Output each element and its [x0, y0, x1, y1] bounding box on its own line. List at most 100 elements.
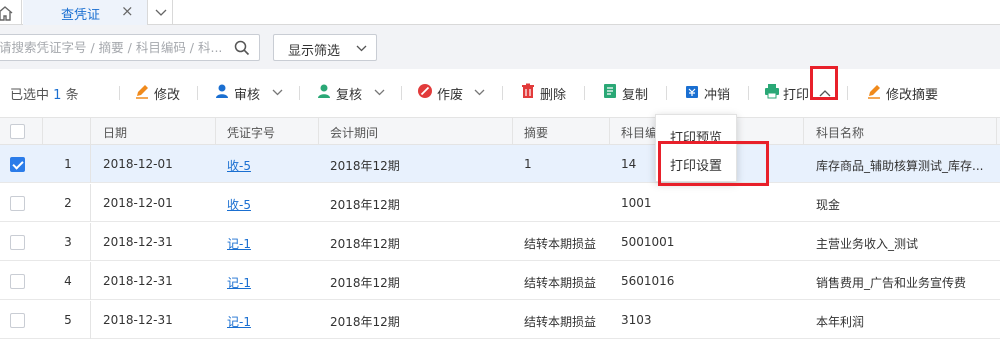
- show-filter-button[interactable]: 显示筛选: [273, 34, 377, 61]
- cell-date: 2018-12-31: [103, 313, 173, 327]
- audit-button[interactable]: 审核: [214, 82, 286, 104]
- home-button[interactable]: [0, 0, 22, 25]
- cell-summary: 结转本期损益: [524, 276, 597, 290]
- edit-summary-button[interactable]: 修改摘要: [866, 82, 946, 104]
- divider: [197, 86, 198, 100]
- edit-button[interactable]: 修改: [134, 82, 194, 104]
- cell-account-code: 5601016: [621, 274, 675, 288]
- column-divider: [803, 118, 804, 146]
- tab-bar: 查凭证 ×: [0, 0, 1000, 25]
- voucher-link[interactable]: 记-1: [227, 235, 251, 252]
- column-divider: [609, 118, 610, 146]
- delete-button[interactable]: 删除: [520, 82, 570, 104]
- tab-label: 查凭证: [61, 8, 101, 23]
- column-divider: [90, 262, 91, 300]
- cell-date: 2018-12-31: [103, 235, 173, 249]
- chevron-down-icon: [356, 45, 367, 52]
- tab-list-button[interactable]: [149, 0, 173, 25]
- divider: [666, 86, 667, 100]
- selected-prefix: 已选中: [10, 88, 50, 103]
- cell-account-code: 5001001: [621, 235, 675, 249]
- divider: [401, 86, 402, 100]
- divider: [584, 86, 585, 100]
- divider: [847, 86, 848, 100]
- home-icon: [0, 6, 13, 21]
- column-account-code[interactable]: 科目编: [621, 124, 657, 141]
- copy-button[interactable]: 复制: [602, 82, 652, 104]
- column-period[interactable]: 会计期间: [330, 124, 378, 141]
- reverse-button[interactable]: 冲销: [684, 82, 734, 104]
- table-row[interactable]: 1 2018-12-01 收-5 2018年12期 1 14 库存商品_辅助核算…: [0, 145, 1000, 183]
- cell-date: 2018-12-01: [103, 157, 173, 171]
- cell-summary: 结转本期损益: [524, 315, 597, 329]
- cell-period: 2018年12期: [330, 159, 400, 173]
- divider: [119, 86, 120, 100]
- row-checkbox[interactable]: [10, 313, 25, 328]
- divider: [748, 86, 749, 100]
- close-icon[interactable]: ×: [121, 2, 134, 20]
- row-checkbox[interactable]: [10, 274, 25, 289]
- voucher-link[interactable]: 收-5: [227, 196, 251, 213]
- column-divider: [512, 118, 513, 146]
- table-row[interactable]: 2 2018-12-01 收-5 2018年12期 1001 现金: [0, 184, 1000, 222]
- table-row[interactable]: 3 2018-12-31 记-1 2018年12期 结转本期损益 5001001…: [0, 223, 1000, 261]
- cell-account-name: 库存商品_辅助核算测试_库存...: [816, 159, 984, 173]
- row-number: 1: [64, 157, 72, 171]
- reverse-icon: [686, 86, 698, 98]
- row-number: 2: [64, 196, 72, 210]
- void-label: 作废: [437, 88, 464, 103]
- column-divider: [90, 118, 91, 146]
- recheck-label: 复核: [336, 88, 363, 103]
- row-checkbox[interactable]: [10, 196, 25, 211]
- printer-icon: [765, 84, 779, 99]
- search-box: [0, 34, 260, 61]
- chevron-down-icon: [374, 89, 385, 96]
- pencil-icon: [868, 85, 880, 99]
- cell-summary: 1: [524, 157, 532, 171]
- cell-summary: 结转本期损益: [524, 237, 597, 251]
- search-input[interactable]: [0, 40, 229, 55]
- table-row[interactable]: 5 2018-12-31 记-1 2018年12期 结转本期损益 3103 本年…: [0, 301, 1000, 339]
- copy-label: 复制: [622, 88, 649, 103]
- print-label: 打印: [783, 88, 810, 103]
- cell-account-code: 3103: [621, 313, 652, 327]
- cell-period: 2018年12期: [330, 237, 400, 251]
- reverse-label: 冲销: [704, 88, 731, 103]
- column-divider: [215, 118, 216, 146]
- void-button[interactable]: 作废: [417, 82, 489, 104]
- cell-account-code: 14: [621, 157, 637, 171]
- column-summary[interactable]: 摘要: [524, 124, 548, 141]
- voucher-link[interactable]: 记-1: [227, 313, 251, 330]
- cell-period: 2018年12期: [330, 315, 400, 329]
- row-number: 5: [64, 313, 72, 327]
- recheck-button[interactable]: 复核: [316, 82, 388, 104]
- column-voucher-no[interactable]: 凭证字号: [227, 124, 275, 141]
- chevron-down-icon: [272, 89, 283, 96]
- row-checkbox[interactable]: [10, 235, 25, 250]
- pencil-icon: [136, 85, 148, 99]
- selected-count: 已选中 1 条: [10, 84, 79, 103]
- cell-period: 2018年12期: [330, 276, 400, 290]
- select-all-checkbox[interactable]: [10, 124, 25, 139]
- column-divider: [90, 184, 91, 222]
- trash-icon: [522, 83, 534, 98]
- column-divider: [318, 118, 319, 146]
- column-divider: [996, 118, 997, 146]
- search-icon[interactable]: [234, 40, 250, 56]
- edit-summary-label: 修改摘要: [886, 88, 939, 103]
- copy-icon: [604, 84, 616, 98]
- voucher-link[interactable]: 收-5: [227, 157, 251, 174]
- column-account-name[interactable]: 科目名称: [816, 124, 864, 141]
- print-button[interactable]: 打印: [764, 82, 812, 104]
- cell-account-name: 销售费用_广告和业务宣传费: [816, 276, 967, 290]
- divider: [299, 86, 300, 100]
- tab-voucher-query[interactable]: 查凭证 ×: [23, 0, 148, 25]
- action-toolbar: 已选中 1 条 修改 审核 复核 作废 删除 复制 冲销 打印 修改摘要: [0, 69, 1000, 117]
- column-date[interactable]: 日期: [103, 124, 127, 141]
- column-divider: [90, 301, 91, 339]
- show-filter-label: 显示筛选: [288, 44, 341, 59]
- table-row[interactable]: 4 2018-12-31 记-1 2018年12期 结转本期损益 5601016…: [0, 262, 1000, 300]
- highlight-box-print-settings: [658, 141, 769, 186]
- row-checkbox[interactable]: [10, 157, 25, 172]
- voucher-link[interactable]: 记-1: [227, 274, 251, 291]
